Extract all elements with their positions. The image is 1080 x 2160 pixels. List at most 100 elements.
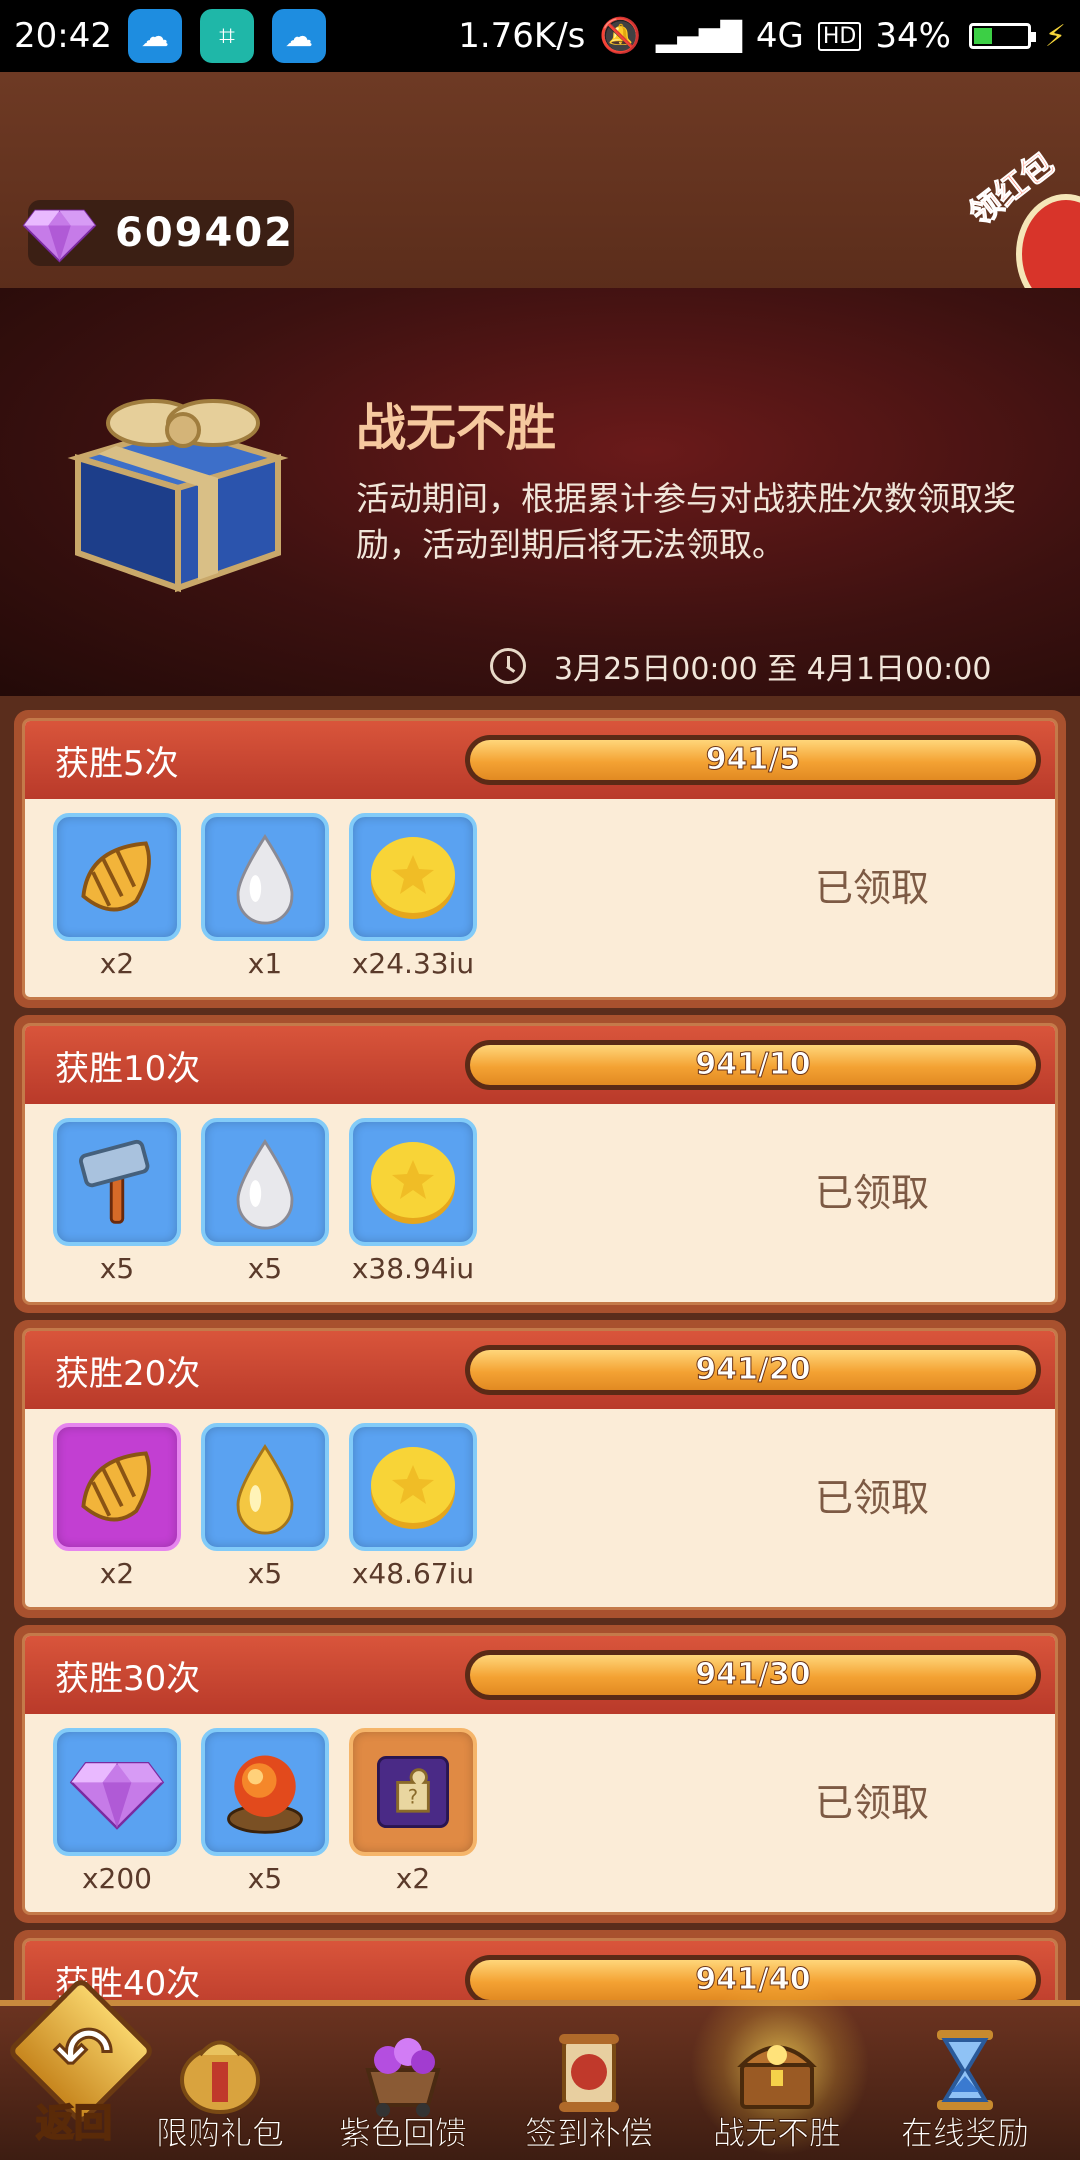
croissant-icon [53,1423,181,1551]
reward-item[interactable]: x24.33iu [349,813,477,980]
gold-drop-icon [201,1423,329,1551]
event-banner: 战无不胜 活动期间，根据累计参与对战获胜次数领取奖励，活动到期后将无法领取。 3… [0,288,1080,696]
fire-orb-icon [201,1728,329,1856]
reward-item[interactable]: x5 [201,1118,329,1285]
battery-icon [968,23,1036,49]
gift-bag-icon [180,2040,260,2114]
claim-status: 已领取 [815,866,930,910]
event-title: 战无不胜 [356,399,556,457]
reward-item[interactable]: x1 [201,813,329,980]
nav-label: 限购礼包 [155,2114,284,2153]
nav-label: 战无不胜 [712,2114,841,2153]
puzzle-piece-icon: ? [349,1728,477,1856]
claim-status: 已领取 [815,1781,930,1825]
nav-online-reward[interactable]: 在线奖励 [880,2006,1050,2160]
reward-task-list[interactable]: 获胜5次 941/5 x2 x1 x24.33iu 已领取 获胜10次 941/… [0,696,1080,2000]
gem-balance: 609402 [22,200,294,266]
reward-items: x5 x5 x38.94iu [53,1118,477,1285]
progress-bar: 941/30 [465,1650,1041,1700]
weather-app-icon: ☁ [127,9,182,63]
task-name: 获胜20次 [55,1353,201,1394]
purple-ore-cart-icon [365,2038,441,2117]
reward-quantity: x5 [247,1557,283,1590]
status-time: 20:42 [14,16,112,56]
scanner-app-icon: ⌗ [199,9,254,63]
network-speed: 1.76K/s [458,16,586,56]
silver-drop-icon [201,813,329,941]
progress-bar: 941/20 [465,1345,1041,1395]
gift-box-icon [67,399,289,593]
claim-status: 已领取 [815,1476,930,1520]
reward-items: x2 x1 x24.33iu [53,813,477,980]
reward-card-header: 获胜30次 941/30 [25,1636,1055,1714]
nav-label: 紫色回馈 [338,2114,467,2153]
reward-quantity: x5 [247,1252,283,1285]
reward-item[interactable]: ? x2 [349,1728,477,1895]
charging-icon: ⚡ [1044,18,1066,54]
reward-item[interactable]: x38.94iu [349,1118,477,1285]
hourglass-icon [937,2030,993,2110]
battery-percent: 34% [875,16,951,56]
reward-item[interactable]: x200 [53,1728,181,1895]
hammer-icon [53,1118,181,1246]
progress-bar: 941/10 [465,1040,1041,1090]
task-name: 获胜5次 [55,743,179,784]
reward-card: 获胜40次 941/40 [14,1930,1066,2000]
nav-signin-compensation[interactable]: 签到补偿 [504,2006,674,2160]
mute-icon: 🔕 [599,16,642,56]
reward-card: 获胜5次 941/5 x2 x1 x24.33iu 已领取 [14,710,1066,1008]
status-bar: 20:42 ☁ ⌗ ☁ 1.76K/s 🔕 ▂▄▆█ 4G HD 34% ⚡ [0,0,1080,72]
purple-gem-icon [22,209,97,263]
reward-card-header: 获胜5次 941/5 [25,721,1055,799]
treasure-chest-icon [737,2045,817,2109]
gold-coin-icon [349,1118,477,1246]
claim-status: 已领取 [815,1171,930,1215]
reward-item[interactable]: x5 [53,1118,181,1285]
reward-card-body: 获胜5次 941/5 x2 x1 x24.33iu 已领取 [22,718,1058,1000]
reward-card-header: 获胜10次 941/10 [25,1026,1055,1104]
bottom-navigation: ↶ 返回 限购礼包 紫色回馈 签到补偿 战无不胜 在线奖励 [0,1976,1080,2160]
reward-card-header: 获胜40次 941/40 [25,1941,1055,2000]
reward-card: 获胜30次 941/30 x200 x5 ? x2 已领取 [14,1625,1066,1923]
reward-item[interactable]: x48.67iu [349,1423,477,1590]
task-name: 获胜30次 [55,1658,201,1699]
reward-quantity: x200 [81,1862,152,1895]
back-button[interactable]: ↶ 返回 [6,1976,156,2146]
reward-item[interactable]: x5 [201,1423,329,1590]
reward-card-body: 获胜10次 941/10 x5 x5 x38.94iu 已领取 [22,1023,1058,1305]
svg-text:?: ? [408,1786,418,1809]
nav-limited-gift[interactable]: 限购礼包 [135,2006,305,2160]
progress-text: 941/20 [695,1352,811,1388]
reward-card-body: 获胜20次 941/20 x2 x5 x48.67iu 已领取 [22,1328,1058,1610]
nav-always-win[interactable]: 战无不胜 [692,2006,862,2160]
scroll-icon [559,2034,619,2112]
progress-text: 941/5 [705,742,801,778]
gold-coin-icon [349,1423,477,1551]
purple-gem-icon [53,1728,181,1856]
back-arrow-icon: ↶ [53,2011,115,2096]
nav-purple-feedback[interactable]: 紫色回馈 [318,2006,488,2160]
clock-icon [490,648,526,684]
reward-item[interactable]: x5 [201,1728,329,1895]
croissant-icon [53,813,181,941]
reward-item[interactable]: x2 [53,813,181,980]
nav-label: 签到补偿 [524,2114,653,2153]
reward-quantity: x5 [247,1862,283,1895]
reward-quantity: x5 [99,1252,135,1285]
reward-quantity: x2 [99,1557,135,1590]
reward-quantity: x24.33iu [351,947,475,980]
reward-card-header: 获胜20次 941/20 [25,1331,1055,1409]
reward-item[interactable]: x2 [53,1423,181,1590]
progress-text: 941/30 [695,1657,811,1693]
back-label: 返回 [35,2100,113,2146]
reward-items: x2 x5 x48.67iu [53,1423,477,1590]
reward-card: 获胜10次 941/10 x5 x5 x38.94iu 已领取 [14,1015,1066,1313]
reward-items: x200 x5 ? x2 [53,1728,477,1895]
reward-quantity: x2 [99,947,135,980]
reward-quantity: x38.94iu [351,1252,475,1285]
reward-card-body: 获胜40次 941/40 [22,1938,1058,2000]
reward-card: 获胜20次 941/20 x2 x5 x48.67iu 已领取 [14,1320,1066,1618]
reward-quantity: x1 [247,947,283,980]
gem-amount: 609402 [115,210,294,256]
hd-badge: HD [817,21,862,51]
